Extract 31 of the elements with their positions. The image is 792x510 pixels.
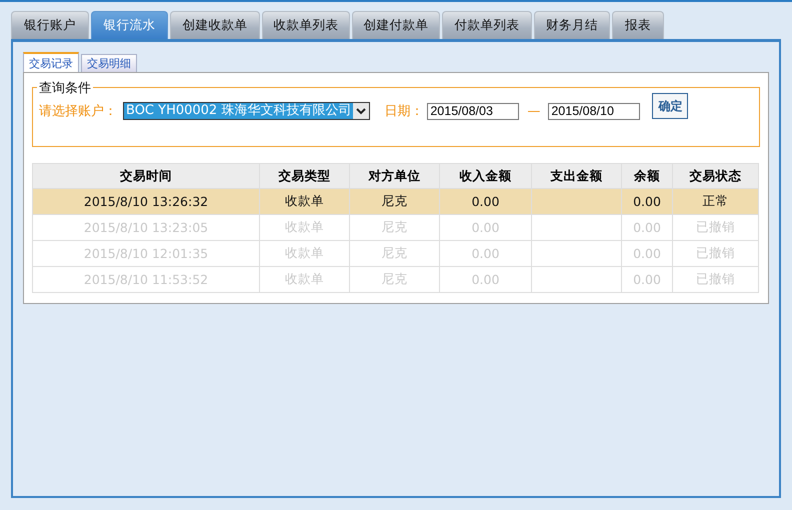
- tab[interactable]: 交易明细: [81, 54, 137, 72]
- tab[interactable]: 银行账户: [11, 11, 89, 39]
- tab[interactable]: 创建付款单: [352, 11, 440, 39]
- table-cell: 2015/8/10 13:26:32: [84, 194, 208, 209]
- tab[interactable]: 报表: [612, 11, 664, 39]
- confirm-button[interactable]: 确定: [652, 93, 688, 119]
- tab[interactable]: 创建收款单: [170, 11, 260, 39]
- tab[interactable]: 付款单列表: [442, 11, 532, 39]
- table-cell: 正常: [702, 193, 728, 208]
- column-header: 收入金额: [440, 164, 532, 188]
- table-cell: 尼克: [382, 193, 408, 208]
- group-title: 查询条件: [37, 79, 93, 97]
- account-label: 请选择账户：: [39, 103, 117, 120]
- column-header: 交易状态: [672, 164, 758, 188]
- column-header: 交易类型: [260, 164, 350, 188]
- column-header: 支出金额: [532, 164, 622, 188]
- table-cell: 收款单: [285, 193, 324, 208]
- caret-icon: [353, 103, 370, 119]
- tab[interactable]: 财务月结: [534, 11, 610, 39]
- date-to-field[interactable]: 2015/08/10: [548, 102, 640, 120]
- date-label: 日期：: [384, 103, 424, 120]
- table-row[interactable]: 2015/8/10 13:26:32 收款单 尼克 0.00 0.00 正常: [32, 188, 758, 214]
- tab[interactable]: 收款单列表: [262, 11, 350, 39]
- date-from-field[interactable]: 2015/08/03: [427, 102, 520, 120]
- column-header: 余额: [622, 164, 672, 188]
- table-cell: 0.00: [633, 194, 661, 209]
- separator: —: [527, 104, 540, 118]
- column-header: 对方单位: [350, 164, 440, 188]
- column-header: 交易时间: [32, 164, 260, 188]
- table-cell: 0.00: [472, 194, 500, 209]
- tab[interactable]: 交易记录: [23, 52, 79, 72]
